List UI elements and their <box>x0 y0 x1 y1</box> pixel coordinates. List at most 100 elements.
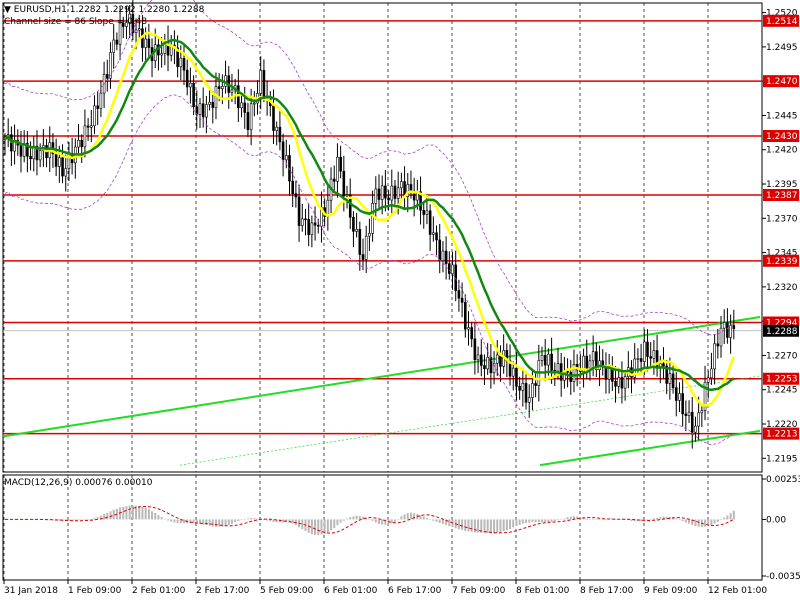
candle-body <box>515 367 518 387</box>
candle-body <box>355 229 358 232</box>
candle-body <box>448 263 451 274</box>
macd-bar <box>390 519 393 524</box>
macd-bar <box>678 519 681 520</box>
candle-body <box>460 297 464 303</box>
macd-bar <box>243 518 246 520</box>
candle-body <box>316 224 320 227</box>
macd-bar <box>23 519 26 520</box>
macd-bar <box>473 519 476 533</box>
macd-bar <box>339 519 342 523</box>
macd-bar <box>528 519 531 523</box>
macd-bar <box>461 519 464 530</box>
candle-body <box>550 353 553 371</box>
macd-bar <box>547 519 550 522</box>
candle-body <box>617 377 621 387</box>
candle-body <box>291 180 294 194</box>
macd-bar <box>109 511 112 520</box>
x-tick-label: 6 Feb 01:00 <box>324 586 378 596</box>
channel-lower-line <box>539 429 761 467</box>
candle-body <box>160 53 163 56</box>
macd-bar <box>585 518 588 520</box>
candle-body <box>253 102 256 105</box>
candle-body <box>547 353 550 366</box>
macd-bar <box>323 519 326 534</box>
candle-body <box>425 210 429 215</box>
candle-body <box>208 101 211 105</box>
macd-bar <box>569 516 572 520</box>
macd-bar <box>675 518 678 520</box>
macd-bar <box>694 519 697 527</box>
macd-bar <box>457 519 460 530</box>
candle-body <box>726 322 729 338</box>
macd-bar <box>377 519 380 524</box>
macd-bar <box>422 516 425 520</box>
macd-bar <box>67 519 70 521</box>
macd-bar <box>413 513 416 520</box>
macd-bar <box>432 519 435 521</box>
macd-bar <box>371 519 374 521</box>
y-tick-label: 1.2270 <box>766 351 798 361</box>
candle-body <box>205 104 208 118</box>
macd-bar <box>595 519 598 520</box>
macd-bar <box>464 519 467 531</box>
macd-bar <box>477 519 480 533</box>
candle-body <box>179 57 183 68</box>
x-tick-label: 7 Feb 09:00 <box>452 586 506 596</box>
macd-bar <box>87 519 90 520</box>
macd-bar <box>493 519 496 534</box>
candle-body <box>463 302 467 330</box>
macd-bar <box>208 519 211 526</box>
x-tick-label: 31 Jan 2018 <box>4 586 58 596</box>
candle-body <box>99 92 103 109</box>
candle-body <box>352 217 355 232</box>
candle-body <box>451 264 454 274</box>
candle-body <box>543 355 547 366</box>
candle-body <box>511 367 515 377</box>
y-tick-label: 1.2245 <box>766 386 798 396</box>
dropdown-triangle-icon[interactable]: ▼ <box>4 5 11 15</box>
candle-body <box>700 410 704 414</box>
macd-bar <box>541 519 544 523</box>
macd-bar <box>355 515 358 520</box>
candle-body <box>444 250 448 264</box>
macd-bar <box>147 509 150 520</box>
candle-body <box>278 126 282 143</box>
candle-body <box>687 411 691 416</box>
candle-body <box>54 153 58 167</box>
candle-body <box>297 196 301 226</box>
candle-body <box>706 377 710 383</box>
candle-body <box>137 28 141 31</box>
candle-body <box>694 425 697 433</box>
x-tick-label: 9 Feb 09:00 <box>644 586 698 596</box>
macd-bar <box>246 518 249 520</box>
macd-bar <box>83 519 86 520</box>
macd-bar <box>419 515 422 520</box>
candle-body <box>649 356 652 359</box>
macd-bar <box>640 519 643 522</box>
macd-bar <box>598 519 601 520</box>
candle-body <box>655 350 659 369</box>
candle-body <box>534 383 537 386</box>
macd-bar <box>167 519 170 521</box>
macd-bar <box>144 507 147 520</box>
price-pane-frame <box>2 2 763 473</box>
level-label: 1.2387 <box>766 191 798 201</box>
macd-bar <box>326 519 329 533</box>
candle-body <box>361 254 365 260</box>
y-tick-label: 1.2195 <box>766 454 798 464</box>
macd-bar <box>720 519 723 520</box>
candle-body <box>115 39 119 45</box>
macd-bar <box>173 519 176 523</box>
candle-body <box>566 370 569 373</box>
macd-bar <box>240 519 243 520</box>
macd-bar <box>525 519 528 524</box>
macd-bar <box>726 515 729 520</box>
channel-upper-line <box>2 316 761 438</box>
macd-bar <box>368 519 371 520</box>
candle-body <box>10 134 13 152</box>
candle-body <box>662 363 665 367</box>
x-tick-label: 5 Feb 09:00 <box>260 586 314 596</box>
candle-body <box>393 185 397 199</box>
candle-body <box>438 239 442 261</box>
candle-body <box>620 377 624 389</box>
